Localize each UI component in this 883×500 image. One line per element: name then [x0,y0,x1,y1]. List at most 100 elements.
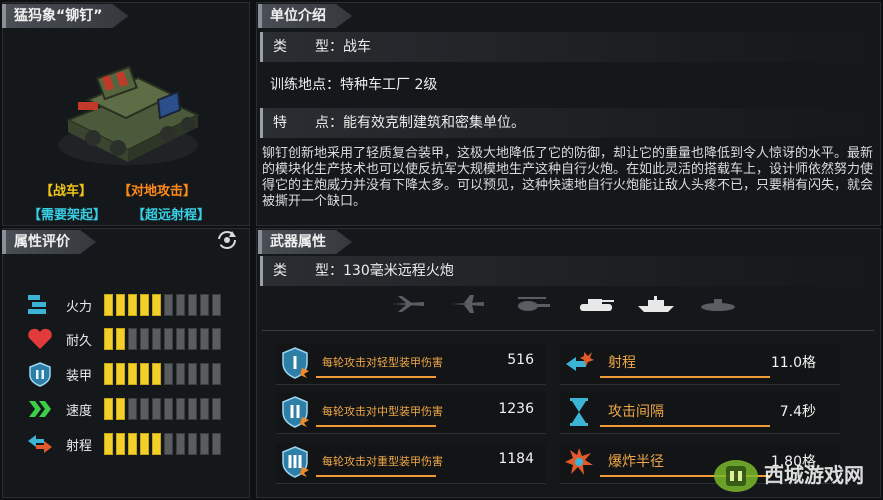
tag-vehicle: 【战车】 [40,184,93,199]
damage-value: 1184 [498,451,534,467]
weapon-title: 武器属性 [258,230,352,254]
level-bar-filled [152,363,161,385]
underline [316,425,436,427]
damage-label: 每轮攻击对中型装甲伤害 [322,405,443,418]
range-card: 射程 11.0格 [560,344,840,385]
level-bar-filled [128,294,137,316]
tag-long-range: 【超远射程】 [132,208,211,223]
level-bar-empty [164,294,173,316]
feature-row: 特 点：能有效克制建筑和密集单位。 [260,108,880,138]
unit-description: 铆钉创新地采用了轻质复合装甲，这极大地降低了它的防御，却让它的重量也降低到令人惊… [262,146,874,209]
damage-value: 1236 [498,401,534,417]
level-bar-empty [176,363,185,385]
damage-medium-card: 每轮攻击对中型装甲伤害 1236 [276,393,546,434]
attr-row-range: 射程 [26,431,236,457]
armor-heavy-icon [282,446,309,478]
level-bar-empty [188,433,197,455]
level-bar-filled [152,433,161,455]
level-bar-empty [200,294,209,316]
underline [316,376,436,378]
bomber-plane-icon [452,295,484,313]
damage-heavy-card: 每轮攻击对重型装甲伤害 1184 [276,443,546,484]
level-bar-filled [140,433,149,455]
level-bar-empty [152,328,161,350]
unit-tank-image [58,65,201,165]
explosion-icon [565,448,593,475]
attr-row-firepower: 火力 [26,292,236,318]
attr-bars [104,294,221,316]
level-bar-filled [104,433,113,455]
level-bar-empty [164,328,173,350]
refresh-icon[interactable] [216,229,238,251]
level-bar-filled [104,328,113,350]
firepower-icon [28,295,46,314]
attr-bars [104,328,221,350]
damage-label: 每轮攻击对轻型装甲伤害 [322,356,443,369]
tag-needs-deploy: 【需要架起】 [28,208,107,223]
attr-row-durability: 耐久 [26,326,236,352]
level-bar-filled [116,398,125,420]
level-bar-filled [116,433,125,455]
level-bar-empty [212,294,221,316]
level-bar-empty [188,328,197,350]
level-bar-empty [200,363,209,385]
damage-light-card: 每轮攻击对轻型装甲伤害 516 [276,344,546,385]
level-bar-empty [128,398,137,420]
attributes-title: 属性评价 [2,230,96,254]
level-bar-filled [116,363,125,385]
level-bar-empty [128,328,137,350]
attr-label: 装甲 [66,369,93,384]
divider [262,330,874,331]
level-bar-empty [212,328,221,350]
level-bar-empty [176,294,185,316]
level-bar-empty [212,433,221,455]
hourglass-icon [570,398,588,426]
level-bar-empty [152,398,161,420]
level-bar-empty [164,433,173,455]
attr-row-speed: 速度 [26,396,236,422]
ship-icon [638,296,674,312]
level-bar-empty [200,398,209,420]
stat-label: 射程 [608,355,636,371]
submarine-icon [701,299,735,311]
range-icon [566,352,594,371]
tag-ground-attack: 【对地攻击】 [118,184,197,199]
level-bar-filled [104,398,113,420]
target-type-row [290,294,850,316]
level-bar-empty [188,363,197,385]
attr-bars [104,398,221,420]
level-bar-filled [128,363,137,385]
stat-value: 11.0格 [770,355,816,371]
attr-bars [104,433,221,455]
watermark-logo: 西城游戏网 [714,460,864,492]
level-bar-empty [188,398,197,420]
unit-type-row: 类 型：战车 [260,32,880,62]
underline [600,376,770,378]
level-bar-filled [152,294,161,316]
unit-name-title: 猛犸象“铆钉” [2,4,128,28]
interval-card: 攻击间隔 7.4秒 [560,393,840,434]
speed-chevron-icon [29,401,51,417]
level-bar-empty [164,398,173,420]
level-bar-empty [200,433,209,455]
range-arrow-icon [28,435,52,453]
armor-shield-icon [29,362,51,387]
level-bar-empty [212,398,221,420]
armor-medium-icon [282,396,309,428]
intro-title: 单位介绍 [258,4,352,28]
attr-bars [104,363,221,385]
level-bar-empty [176,398,185,420]
level-bar-empty [176,328,185,350]
attr-label: 速度 [66,404,93,419]
underline [600,425,770,427]
attr-label: 耐久 [66,334,93,349]
attr-row-armor: 装甲 [26,361,236,387]
level-bar-empty [140,398,149,420]
level-bar-empty [200,328,209,350]
watermark-text: 西城游戏网 [764,463,864,487]
level-bar-empty [188,294,197,316]
weapon-type-row: 类 型：130毫米远程火炮 [260,256,880,286]
fighter-plane-icon [392,296,424,312]
level-bar-empty [176,433,185,455]
underline [316,475,436,477]
